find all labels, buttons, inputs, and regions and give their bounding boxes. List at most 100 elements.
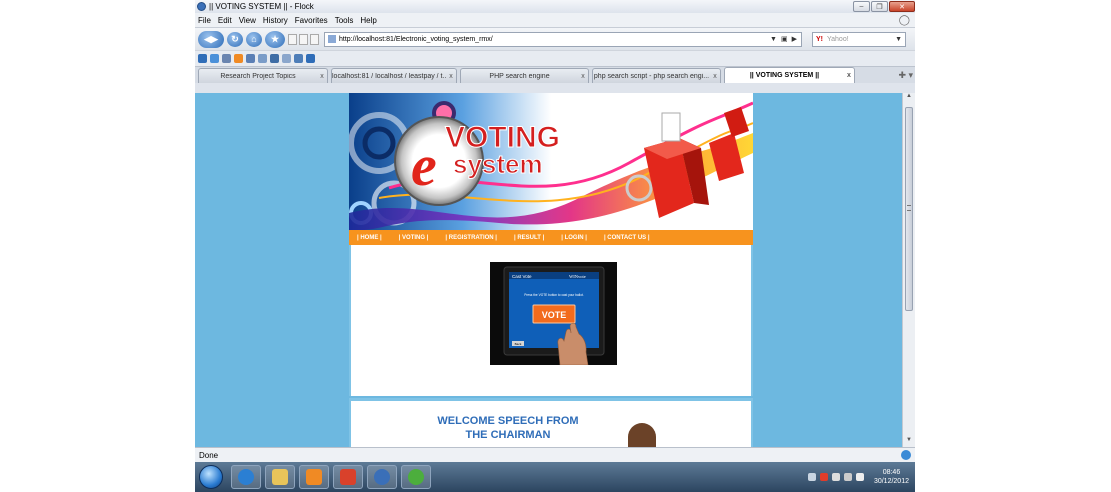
page-viewport: e VOTING system | HOME | | VOTING | | RE… — [195, 93, 902, 447]
taskbar-dreamweaver[interactable] — [401, 465, 431, 489]
tray-arrow-icon[interactable] — [807, 473, 816, 481]
web-clipboard-icon[interactable] — [258, 54, 267, 63]
tab-php-search-engine[interactable]: PHP search engine x — [460, 68, 589, 83]
feed-icon[interactable]: ▣ — [781, 35, 788, 43]
chairman-photo — [628, 423, 656, 447]
activity-icon[interactable]: ◯ — [899, 15, 910, 26]
tab-php-search-script[interactable]: php search script - php search engi... x — [592, 68, 721, 83]
tab-voting-system[interactable]: || VOTING SYSTEM || x — [724, 67, 855, 83]
tab-close-icon[interactable]: x — [844, 72, 854, 79]
welcome-title: WELCOME SPEECH FROM THE CHAIRMAN — [437, 415, 579, 441]
nav-login[interactable]: | LOGIN | — [561, 235, 587, 241]
share-icon[interactable] — [310, 33, 319, 45]
flock-icon — [197, 2, 206, 11]
menu-tools[interactable]: Tools — [335, 16, 354, 25]
navigation-toolbar: ◀▶ ↻ ⌂ ★ http://localhost:81/Electronic_… — [195, 27, 915, 50]
vertical-scrollbar[interactable]: ▲ ▼ — [902, 93, 915, 447]
pin-icon[interactable] — [270, 54, 279, 63]
nav-result[interactable]: | RESULT | — [514, 235, 544, 241]
go-icon[interactable]: ▶ — [792, 35, 797, 43]
minimize-button[interactable]: – — [853, 1, 870, 12]
close-button[interactable]: ✕ — [889, 1, 915, 12]
star-icon[interactable]: ★ — [265, 30, 285, 48]
window-title: || VOTING SYSTEM || - Flock — [209, 2, 314, 11]
restore-button[interactable]: ❐ — [871, 1, 888, 12]
dropdown-icon[interactable]: ▼ — [770, 36, 777, 43]
reload-icon[interactable]: ↻ — [227, 31, 243, 47]
welcome-section: WELCOME SPEECH FROM THE CHAIRMAN — [349, 398, 753, 447]
menu-help[interactable]: Help — [360, 16, 376, 25]
voting-machine-photo: Cast Vote WINvote Press the VOTE button … — [490, 262, 617, 365]
tab-localhost[interactable]: localhost:81 / localhost / leastpay / t.… — [331, 68, 457, 83]
clip-icon[interactable] — [299, 33, 308, 45]
vote-screen-back: Back — [515, 342, 522, 346]
tray-security-icon[interactable] — [819, 473, 828, 481]
tab-label: localhost:81 / localhost / leastpay / t.… — [332, 72, 446, 80]
menu-view[interactable]: View — [239, 16, 256, 25]
menu-favorites[interactable]: Favorites — [295, 16, 328, 25]
folder-icon — [272, 469, 288, 485]
url-text[interactable]: http://localhost:81/Electronic_voting_sy… — [339, 36, 493, 43]
scroll-down-icon[interactable]: ▼ — [903, 437, 915, 447]
clock-time: 08:46 — [882, 469, 901, 476]
taskbar-media-player[interactable] — [299, 465, 329, 489]
favorites-icon[interactable] — [282, 54, 291, 63]
nav-contact-us[interactable]: | CONTACT US | — [604, 235, 650, 241]
site-page: e VOTING system | HOME | | VOTING | | RE… — [346, 93, 755, 447]
menu-history[interactable]: History — [263, 16, 288, 25]
scroll-up-icon[interactable]: ▲ — [903, 93, 915, 103]
tab-label: PHP search engine — [489, 72, 550, 80]
new-tab-icon[interactable]: ✚ ▾ — [898, 70, 913, 81]
media-player-icon — [306, 469, 322, 485]
rss-icon[interactable] — [234, 54, 243, 63]
blog-icon[interactable] — [294, 54, 303, 63]
page-icon[interactable] — [288, 33, 297, 45]
tab-close-icon[interactable]: x — [578, 73, 588, 80]
back-forward-button[interactable]: ◀▶ — [198, 30, 224, 48]
windows-taskbar: 08:46 30/12/2012 — [195, 462, 915, 492]
tray-volume-icon[interactable] — [855, 473, 864, 481]
nav-voting[interactable]: | VOTING | — [399, 235, 429, 241]
logo-e: e — [411, 133, 437, 198]
app-icon — [340, 469, 356, 485]
clock[interactable]: 08:46 30/12/2012 — [874, 468, 909, 486]
tab-label: || VOTING SYSTEM || — [749, 72, 820, 79]
menu-edit[interactable]: Edit — [218, 16, 232, 25]
browser-window: || VOTING SYSTEM || - Flock – ❐ ✕ File E… — [195, 0, 915, 492]
status-bubble-icon[interactable] — [901, 450, 911, 460]
taskbar-explorer[interactable] — [265, 465, 295, 489]
status-text: Done — [199, 450, 219, 460]
menu-file[interactable]: File — [198, 16, 211, 25]
search-placeholder: Yahoo! — [827, 35, 849, 43]
taskbar-ie[interactable] — [231, 465, 261, 489]
tray-flag-icon[interactable] — [843, 473, 852, 481]
tray-network-icon[interactable] — [831, 473, 840, 481]
start-button[interactable] — [199, 465, 223, 489]
address-bar[interactable]: http://localhost:81/Electronic_voting_sy… — [324, 31, 802, 47]
search-box[interactable]: Y! Yahoo! ▼ — [812, 31, 906, 47]
yahoo-icon[interactable]: Y! — [816, 36, 823, 43]
favicon-icon — [328, 35, 336, 43]
nav-registration[interactable]: | REGISTRATION | — [445, 235, 497, 241]
people-icon[interactable] — [198, 54, 207, 63]
tab-close-icon[interactable]: x — [710, 73, 720, 80]
scroll-grip-icon — [907, 205, 911, 211]
media-icon[interactable] — [222, 54, 231, 63]
nav-home[interactable]: | HOME | — [357, 235, 382, 241]
taskbar-app[interactable] — [333, 465, 363, 489]
banner-graphic: e VOTING system — [349, 93, 753, 230]
title-bar: || VOTING SYSTEM || - Flock – ❐ ✕ — [195, 0, 915, 13]
tab-research-project-topics[interactable]: Research Project Topics x — [198, 68, 328, 83]
tab-label: Research Project Topics — [220, 72, 296, 80]
taskbar-flock[interactable] — [367, 465, 397, 489]
tab-close-icon[interactable]: x — [317, 73, 327, 80]
chevron-down-icon[interactable]: ▼ — [895, 36, 902, 43]
main-content: Cast Vote WINvote Press the VOTE button … — [349, 245, 753, 396]
upload-icon[interactable] — [306, 54, 315, 63]
clock-date: 30/12/2012 — [873, 478, 909, 485]
mail-icon[interactable] — [246, 54, 255, 63]
tab-close-icon[interactable]: x — [446, 73, 456, 80]
home-icon[interactable]: ⌂ — [246, 31, 262, 47]
site-banner: e VOTING system — [349, 93, 753, 230]
user-icon[interactable] — [210, 54, 219, 63]
